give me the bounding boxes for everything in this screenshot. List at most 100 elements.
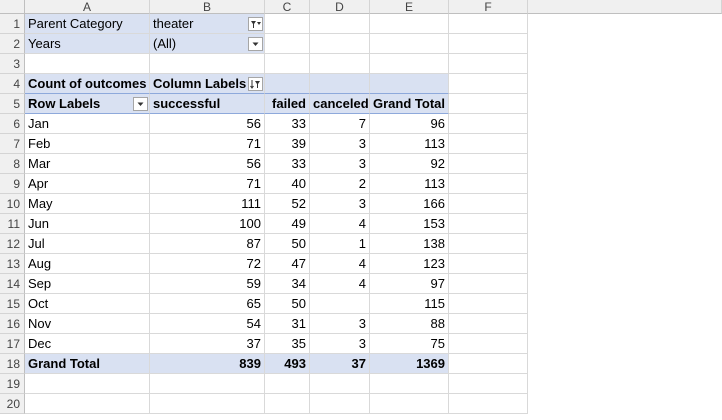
pivot-value-successful[interactable]: 87: [150, 234, 265, 254]
grid-cell[interactable]: [449, 374, 528, 394]
pivot-grand-total-label[interactable]: Grand Total: [25, 354, 150, 374]
pivot-value-canceled[interactable]: 2: [310, 174, 370, 194]
pivot-value-successful[interactable]: 65: [150, 294, 265, 314]
grid-cell[interactable]: [449, 194, 528, 214]
pivot-value-failed[interactable]: 39: [265, 134, 310, 154]
years-filter-button[interactable]: [248, 37, 263, 51]
row-header-18[interactable]: 18: [0, 354, 25, 374]
select-all-corner[interactable]: [0, 0, 25, 14]
filter-label-parent-category[interactable]: Parent Category: [25, 14, 150, 34]
row-header-14[interactable]: 14: [0, 274, 25, 294]
pivot-col-header-failed[interactable]: failed: [265, 94, 310, 114]
pivot-grand-total-total[interactable]: 1369: [370, 354, 449, 374]
filter-label-years[interactable]: Years: [25, 34, 150, 54]
pivot-value-grand-total[interactable]: 138: [370, 234, 449, 254]
pivot-value-canceled[interactable]: 3: [310, 134, 370, 154]
pivot-value-failed[interactable]: 31: [265, 314, 310, 334]
grid-cell[interactable]: [265, 54, 310, 74]
pivot-value-successful[interactable]: 71: [150, 174, 265, 194]
row-header-9[interactable]: 9: [0, 174, 25, 194]
row-header-2[interactable]: 2: [0, 34, 25, 54]
pivot-header-blank[interactable]: [370, 74, 449, 94]
pivot-value-canceled[interactable]: 4: [310, 274, 370, 294]
pivot-value-failed[interactable]: 50: [265, 234, 310, 254]
row-header-17[interactable]: 17: [0, 334, 25, 354]
pivot-row-label[interactable]: Dec: [25, 334, 150, 354]
row-header-15[interactable]: 15: [0, 294, 25, 314]
pivot-value-grand-total[interactable]: 153: [370, 214, 449, 234]
row-header-6[interactable]: 6: [0, 114, 25, 134]
row-header-8[interactable]: 8: [0, 154, 25, 174]
pivot-row-label[interactable]: Jul: [25, 234, 150, 254]
pivot-value-grand-total[interactable]: 92: [370, 154, 449, 174]
row-header-16[interactable]: 16: [0, 314, 25, 334]
pivot-row-label[interactable]: May: [25, 194, 150, 214]
pivot-value-canceled[interactable]: 3: [310, 194, 370, 214]
row-header-10[interactable]: 10: [0, 194, 25, 214]
pivot-col-header-canceled[interactable]: canceled: [310, 94, 370, 114]
pivot-row-label[interactable]: Nov: [25, 314, 150, 334]
pivot-value-successful[interactable]: 71: [150, 134, 265, 154]
pivot-value-successful[interactable]: 100: [150, 214, 265, 234]
pivot-header-blank[interactable]: [310, 74, 370, 94]
grid-cell[interactable]: [449, 154, 528, 174]
row-header-20[interactable]: 20: [0, 394, 25, 414]
pivot-value-failed[interactable]: 33: [265, 114, 310, 134]
row-header-5[interactable]: 5: [0, 94, 25, 114]
pivot-value-grand-total[interactable]: 113: [370, 174, 449, 194]
grid-cell[interactable]: [370, 34, 449, 54]
pivot-value-grand-total[interactable]: 123: [370, 254, 449, 274]
grid-cell[interactable]: [449, 74, 528, 94]
row-header-19[interactable]: 19: [0, 374, 25, 394]
pivot-value-successful[interactable]: 54: [150, 314, 265, 334]
grid-cell[interactable]: [449, 334, 528, 354]
pivot-value-failed[interactable]: 40: [265, 174, 310, 194]
pivot-value-failed[interactable]: 52: [265, 194, 310, 214]
grid-cell[interactable]: [265, 374, 310, 394]
pivot-value-grand-total[interactable]: 166: [370, 194, 449, 214]
row-header-11[interactable]: 11: [0, 214, 25, 234]
pivot-value-canceled[interactable]: 4: [310, 254, 370, 274]
parent-category-filter-button[interactable]: [248, 17, 263, 31]
pivot-col-header-successful[interactable]: successful: [150, 94, 265, 114]
pivot-value-successful[interactable]: 59: [150, 274, 265, 294]
column-header-d[interactable]: D: [310, 0, 370, 14]
pivot-value-grand-total[interactable]: 75: [370, 334, 449, 354]
grid-cell[interactable]: [449, 174, 528, 194]
pivot-value-failed[interactable]: 34: [265, 274, 310, 294]
pivot-row-label[interactable]: Feb: [25, 134, 150, 154]
grid-cell[interactable]: [25, 374, 150, 394]
grid-cell[interactable]: [449, 214, 528, 234]
grid-cell[interactable]: [150, 374, 265, 394]
pivot-value-grand-total[interactable]: 113: [370, 134, 449, 154]
row-header-12[interactable]: 12: [0, 234, 25, 254]
grid-cell[interactable]: [25, 54, 150, 74]
grid-cell[interactable]: [449, 54, 528, 74]
pivot-value-canceled[interactable]: 3: [310, 314, 370, 334]
pivot-row-label[interactable]: Apr: [25, 174, 150, 194]
pivot-row-label[interactable]: Sep: [25, 274, 150, 294]
row-header-13[interactable]: 13: [0, 254, 25, 274]
grid-cell[interactable]: [449, 234, 528, 254]
pivot-grand-total-failed[interactable]: 493: [265, 354, 310, 374]
pivot-row-label[interactable]: Mar: [25, 154, 150, 174]
grid-cell[interactable]: [449, 394, 528, 414]
grid-cell[interactable]: [310, 394, 370, 414]
grid-cell[interactable]: [370, 14, 449, 34]
pivot-value-failed[interactable]: 47: [265, 254, 310, 274]
pivot-value-canceled[interactable]: [310, 294, 370, 314]
pivot-value-canceled[interactable]: 7: [310, 114, 370, 134]
grid-cell[interactable]: [449, 114, 528, 134]
column-header-e[interactable]: E: [370, 0, 449, 14]
grid-cell[interactable]: [449, 94, 528, 114]
grid-cell[interactable]: [370, 394, 449, 414]
grid-cell[interactable]: [310, 54, 370, 74]
grid-cell[interactable]: [370, 374, 449, 394]
pivot-col-header-grand-total[interactable]: Grand Total: [370, 94, 449, 114]
grid-cell[interactable]: [449, 254, 528, 274]
pivot-value-failed[interactable]: 33: [265, 154, 310, 174]
pivot-row-label[interactable]: Aug: [25, 254, 150, 274]
row-labels-filter-button[interactable]: [133, 97, 148, 111]
pivot-value-successful[interactable]: 37: [150, 334, 265, 354]
grid-cell[interactable]: [265, 394, 310, 414]
